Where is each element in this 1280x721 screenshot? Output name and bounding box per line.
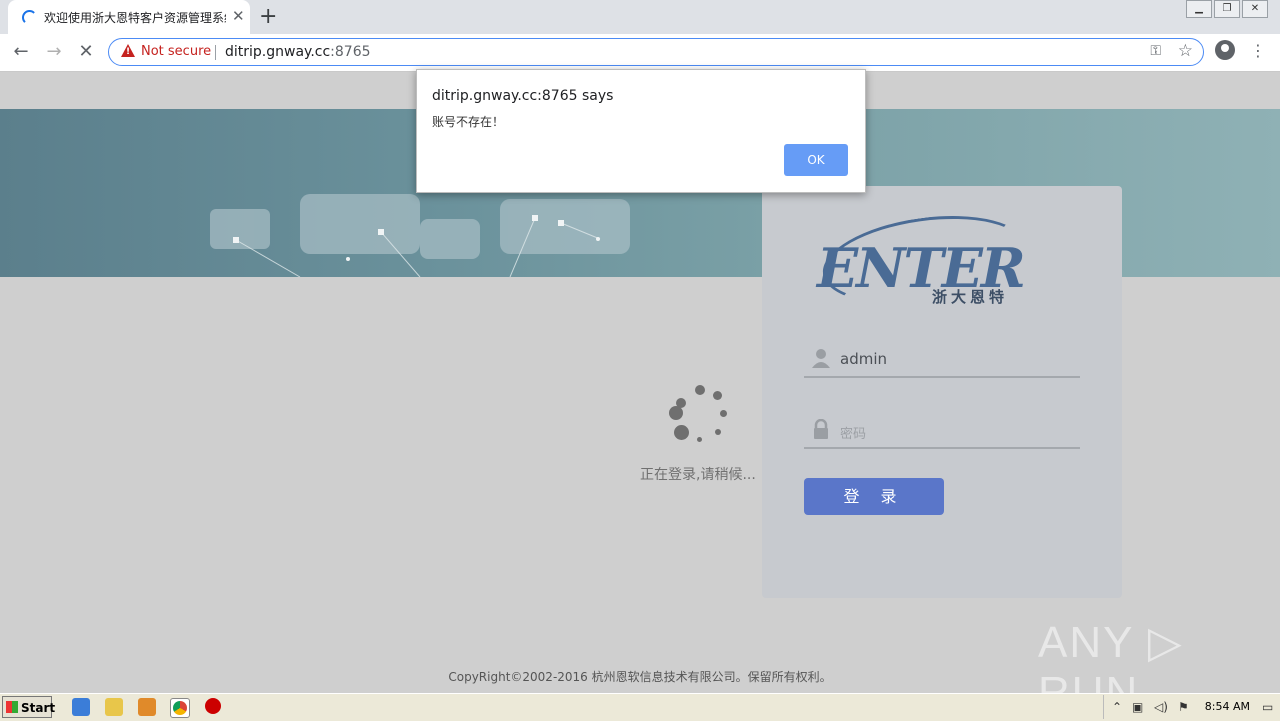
alert-dialog: ditrip.gnway.cc:8765 says 账号不存在！ OK [416, 69, 866, 193]
spinner-dot [715, 429, 721, 435]
map-node [558, 220, 564, 226]
password-placeholder: 密码 [840, 427, 867, 442]
system-tray: ⌃ ▣ ◁) ⚑ 8:54 AM ▭ [1103, 695, 1280, 719]
tab-strip: 欢迎使用浙大恩特客户资源管理系统 ✕ + ▁ ❐ ✕ [0, 0, 1280, 34]
login-button[interactable]: 登 录 [804, 478, 944, 515]
forward-icon[interactable]: → [42, 40, 66, 64]
map-node [346, 257, 350, 261]
start-button[interactable]: Start [2, 696, 56, 718]
loading-text: 正在登录,请稍候... [640, 467, 756, 483]
stop-loading-icon[interactable]: ✕ [74, 40, 98, 64]
dialog-title: ditrip.gnway.cc:8765 says [432, 88, 614, 104]
password-field[interactable]: 密码 [804, 413, 1080, 449]
close-window-button[interactable]: ✕ [1242, 0, 1268, 18]
spinner-dot [695, 385, 705, 395]
spinner-dot [713, 391, 722, 400]
separator [215, 45, 216, 60]
address-bar[interactable]: ! Not secure ditrip.gnway.cc:8765 ⚿ ☆ [108, 38, 1204, 66]
security-label[interactable]: Not secure [141, 44, 211, 59]
url-host: ditrip.gnway.cc [225, 44, 331, 60]
windows-logo-icon [6, 701, 18, 713]
lock-icon [814, 419, 828, 439]
window-controls: ▁ ❐ ✕ [1184, 0, 1268, 18]
minimize-button[interactable]: ▁ [1186, 0, 1212, 18]
loading-spinner-icon [22, 10, 37, 25]
start-label: Start [21, 701, 56, 715]
spinner-dot [674, 425, 689, 440]
tab-title: 欢迎使用浙大恩特客户资源管理系统 [44, 11, 226, 25]
spinner-dot [697, 437, 702, 442]
show-desktop-icon[interactable]: ▭ [1262, 700, 1273, 714]
username-field[interactable]: admin [804, 342, 1080, 378]
username-value: admin [840, 350, 887, 368]
bookmark-star-icon[interactable]: ☆ [1178, 41, 1193, 61]
url-port: :8765 [330, 44, 371, 60]
browser-toolbar: ← → ✕ ! Not secure ditrip.gnway.cc:8765 … [0, 34, 1280, 72]
tray-expand-icon[interactable]: ⌃ [1112, 700, 1122, 714]
menu-icon[interactable]: ⋮ [1250, 41, 1266, 61]
login-card: ENTER 浙大恩特 admin 密码 登 录 [762, 186, 1122, 598]
network-icon[interactable]: ▣ [1132, 700, 1143, 714]
new-tab-button[interactable]: + [259, 4, 277, 30]
warning-icon: ! [121, 44, 135, 57]
flag-icon[interactable]: ⚑ [1178, 700, 1189, 714]
spinner-dot [669, 406, 683, 420]
company-logo-cn: 浙大恩特 [932, 288, 1009, 306]
volume-icon[interactable]: ◁) [1154, 700, 1168, 714]
clock[interactable]: 8:54 AM [1205, 700, 1250, 713]
map-node [378, 229, 384, 235]
back-icon[interactable]: ← [9, 40, 33, 64]
taskbar: Start ⌃ ▣ ◁) ⚑ 8:54 AM ▭ [0, 693, 1280, 721]
chrome-taskbar-icon[interactable] [170, 698, 190, 718]
spinner-dot [720, 410, 727, 417]
user-icon [812, 349, 830, 368]
chrome-logo-icon [173, 701, 187, 715]
browser-tab[interactable]: 欢迎使用浙大恩特客户资源管理系统 ✕ [8, 0, 250, 34]
internet-explorer-icon[interactable] [72, 698, 90, 716]
map-node [532, 215, 538, 221]
dialog-message: 账号不存在！ [432, 115, 505, 129]
map-node [233, 237, 239, 243]
restore-button[interactable]: ❐ [1214, 0, 1240, 18]
stop-app-icon[interactable] [205, 698, 221, 714]
tab-close-icon[interactable]: ✕ [232, 7, 245, 25]
profile-icon[interactable] [1215, 40, 1235, 60]
ok-button[interactable]: OK [784, 144, 848, 176]
map-node [596, 237, 600, 241]
url-text[interactable]: ditrip.gnway.cc:8765 [225, 44, 371, 60]
file-explorer-icon[interactable] [105, 698, 123, 716]
key-icon[interactable]: ⚿ [1150, 43, 1161, 59]
media-player-icon[interactable] [138, 698, 156, 716]
